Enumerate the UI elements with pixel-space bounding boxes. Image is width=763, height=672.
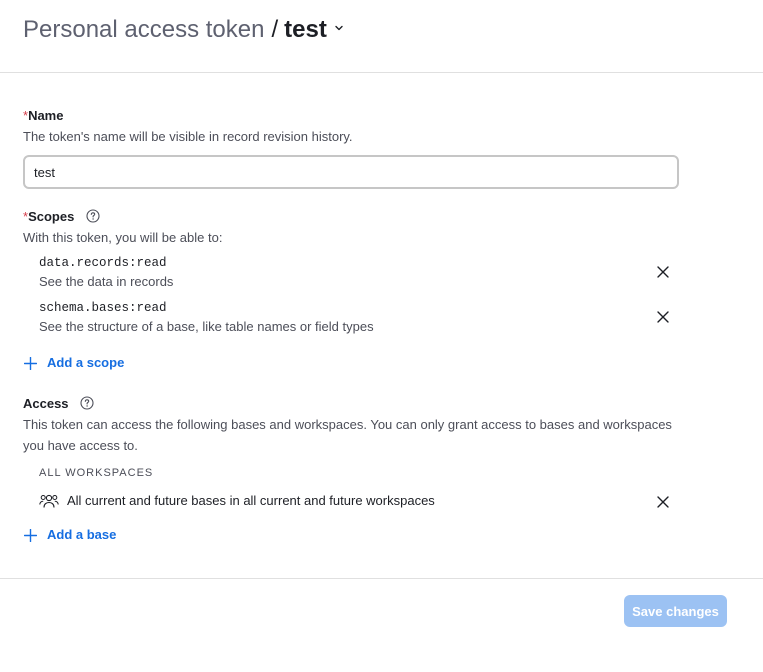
save-changes-button[interactable]: Save changes	[624, 595, 727, 627]
add-scope-label: Add a scope	[47, 355, 125, 370]
workspaces-heading: ALL WORKSPACES	[39, 467, 154, 479]
breadcrumb-current: test	[284, 16, 327, 43]
scope-item: data.records:read See the data in record…	[39, 255, 679, 295]
add-scope-button[interactable]: Add a scope	[23, 354, 133, 372]
breadcrumb-parent: Personal access token	[23, 16, 265, 43]
plus-icon	[24, 357, 37, 370]
scopes-label-text: Scopes	[28, 209, 75, 224]
remove-workspace-close-icon[interactable]	[656, 495, 670, 509]
question-circle-icon[interactable]	[80, 396, 94, 410]
remove-scope-close-icon[interactable]	[656, 310, 670, 324]
name-help-text: The token's name will be visible in reco…	[23, 129, 353, 144]
token-name-input[interactable]	[23, 155, 679, 189]
remove-scope-close-icon[interactable]	[656, 265, 670, 279]
scope-code: data.records:read	[39, 256, 167, 270]
scope-description: See the data in records	[39, 274, 174, 289]
workspace-access-item: All current and future bases in all curr…	[39, 492, 679, 512]
workspace-access-text: All current and future bases in all curr…	[67, 493, 435, 508]
footer-divider	[0, 578, 763, 579]
breadcrumb-separator: /	[271, 16, 279, 43]
access-help-text: This token can access the following base…	[23, 417, 672, 453]
name-label-text: Name	[28, 108, 64, 123]
add-base-label: Add a base	[47, 527, 117, 542]
page-header: Personal access token / test	[0, 0, 763, 73]
name-label: *Name	[23, 108, 63, 124]
access-label-text: Access	[23, 396, 69, 411]
page-title: Personal access token / test	[23, 14, 327, 46]
scope-code: schema.bases:read	[39, 301, 167, 315]
scope-description: See the structure of a base, like table …	[39, 319, 374, 334]
scopes-label: *Scopes	[23, 209, 100, 225]
question-circle-icon[interactable]	[86, 209, 100, 223]
personal-access-token-page: Personal access token / test *Name The tok…	[0, 0, 763, 672]
scopes-help-text: With this token, you will be able to:	[23, 230, 223, 245]
access-label: Access	[23, 396, 94, 412]
plus-icon	[24, 529, 37, 542]
chevron-down-icon[interactable]	[333, 22, 345, 34]
add-base-button[interactable]: Add a base	[23, 526, 123, 544]
scope-item: schema.bases:read See the structure of a…	[39, 300, 679, 340]
users-icon	[39, 494, 59, 508]
